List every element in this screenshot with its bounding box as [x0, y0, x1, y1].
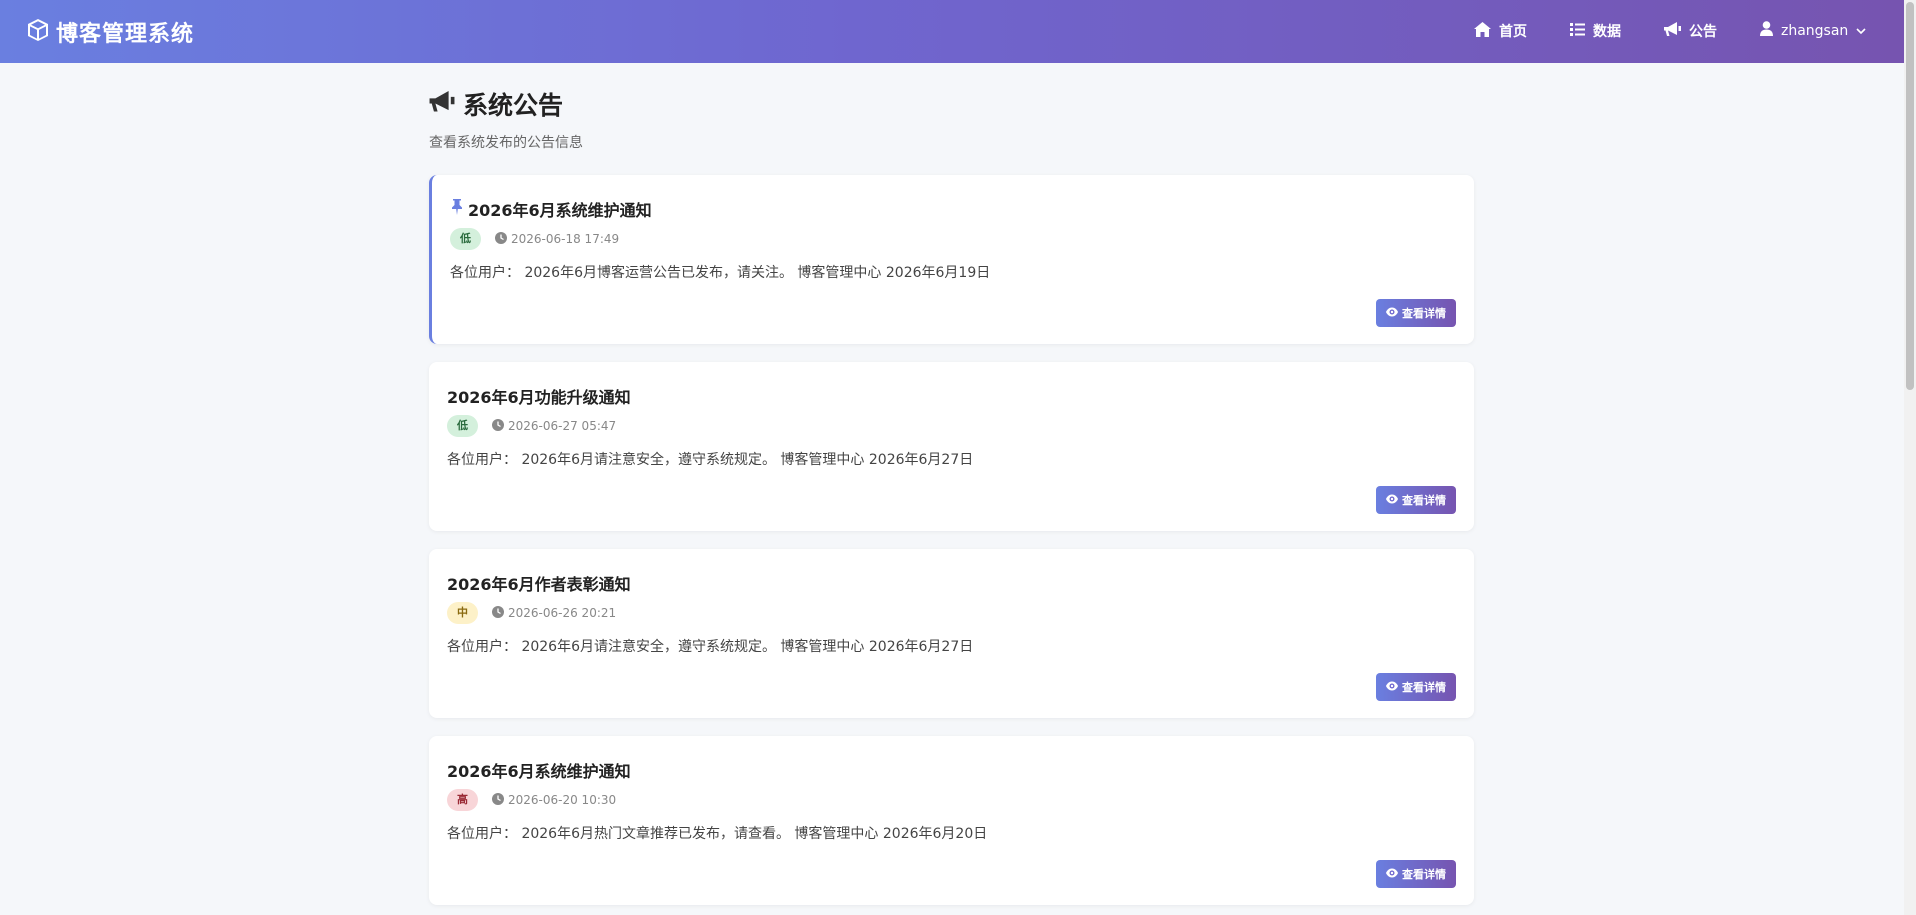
view-detail-label: 查看详情: [1402, 308, 1446, 320]
announcement-card: 2026年6月系统维护通知 低 2026-06-18 17:49 各位用户： 2…: [429, 175, 1474, 344]
username: zhangsan: [1781, 22, 1849, 39]
view-detail-button[interactable]: 查看详情: [1376, 860, 1456, 888]
user-icon: [1760, 21, 1773, 40]
top-navbar: 博客管理系统 首页 数据 公告 zhangsan: [0, 0, 1904, 63]
nav-data-label: 数据: [1593, 24, 1621, 40]
nav-data[interactable]: 数据: [1570, 21, 1621, 41]
announcement-title[interactable]: 2026年6月功能升级通知: [447, 384, 631, 408]
announcement-card: 2026年6月作者表彰通知 中 2026-06-26 20:21 各位用户： 2…: [429, 549, 1474, 718]
announcement-content: 各位用户： 2026年6月热门文章推荐已发布，请查看。 博客管理中心 2026年…: [447, 826, 988, 842]
priority-badge: 中: [447, 602, 478, 624]
brand-logo[interactable]: 博客管理系统: [26, 16, 194, 48]
announcement-time: 2026-06-26 20:21: [492, 605, 617, 621]
announcement-time-text: 2026-06-18 17:49: [511, 232, 620, 246]
megaphone-icon: [1664, 21, 1681, 41]
priority-badge: 高: [447, 789, 478, 811]
announcement-content: 各位用户： 2026年6月博客运营公告已发布，请关注。 博客管理中心 2026年…: [450, 265, 991, 281]
page-title-text: 系统公告: [463, 91, 564, 120]
clock-icon: [495, 231, 507, 247]
nav-announcement-label: 公告: [1689, 24, 1717, 40]
announcement-title-text: 2026年6月系统维护通知: [468, 201, 652, 220]
eye-icon: [1386, 868, 1398, 881]
announcement-time: 2026-06-27 05:47: [492, 418, 617, 434]
chevron-down-icon: [1856, 23, 1866, 39]
announcement-title[interactable]: 2026年6月系统维护通知: [447, 758, 631, 782]
home-icon: [1474, 21, 1491, 41]
pin-icon: [450, 199, 464, 219]
announcement-content: 各位用户： 2026年6月请注意安全，遵守系统规定。 博客管理中心 2026年6…: [447, 639, 974, 655]
announcement-card: 2026年6月功能升级通知 低 2026-06-27 05:47 各位用户： 2…: [429, 362, 1474, 531]
megaphone-icon: [429, 91, 455, 117]
nav-home-label: 首页: [1499, 24, 1527, 40]
view-detail-button[interactable]: 查看详情: [1376, 673, 1456, 701]
announcement-title[interactable]: 2026年6月系统维护通知: [450, 197, 652, 221]
announcement-time-text: 2026-06-20 10:30: [508, 793, 617, 807]
clock-icon: [492, 418, 504, 434]
announcement-time: 2026-06-20 10:30: [492, 792, 617, 808]
cube-icon: [26, 18, 50, 46]
view-detail-label: 查看详情: [1402, 869, 1446, 881]
announcement-title-text: 2026年6月作者表彰通知: [447, 575, 631, 594]
nav-home[interactable]: 首页: [1474, 21, 1527, 41]
announcement-card: 2026年6月系统维护通知 高 2026-06-20 10:30 各位用户： 2…: [429, 736, 1474, 905]
scrollbar-thumb[interactable]: [1906, 2, 1914, 390]
announcement-title-text: 2026年6月功能升级通知: [447, 388, 631, 407]
priority-badge: 低: [447, 415, 478, 437]
announcement-meta: 中 2026-06-26 20:21: [447, 602, 616, 624]
eye-icon: [1386, 494, 1398, 507]
announcement-time-text: 2026-06-27 05:47: [508, 419, 617, 433]
announcement-time-text: 2026-06-26 20:21: [508, 606, 617, 620]
clock-icon: [492, 792, 504, 808]
page-subtitle: 查看系统发布的公告信息: [429, 135, 583, 151]
eye-icon: [1386, 681, 1398, 694]
announcement-title-text: 2026年6月系统维护通知: [447, 762, 631, 781]
announcement-meta: 高 2026-06-20 10:30: [447, 789, 616, 811]
clock-icon: [492, 605, 504, 621]
nav-announcement[interactable]: 公告: [1664, 21, 1717, 41]
announcement-title[interactable]: 2026年6月作者表彰通知: [447, 571, 631, 595]
priority-badge: 低: [450, 228, 481, 250]
brand-title: 博客管理系统: [56, 22, 195, 47]
eye-icon: [1386, 307, 1398, 320]
announcement-meta: 低 2026-06-18 17:49: [450, 228, 619, 250]
page-scrollbar[interactable]: [1904, 0, 1916, 915]
view-detail-button[interactable]: 查看详情: [1376, 299, 1456, 327]
page-title: 系统公告: [429, 86, 563, 122]
view-detail-label: 查看详情: [1402, 682, 1446, 694]
announcement-content: 各位用户： 2026年6月请注意安全，遵守系统规定。 博客管理中心 2026年6…: [447, 452, 974, 468]
list-icon: [1570, 22, 1585, 40]
announcement-time: 2026-06-18 17:49: [495, 231, 620, 247]
user-menu[interactable]: zhangsan: [1760, 21, 1866, 40]
announcement-meta: 低 2026-06-27 05:47: [447, 415, 616, 437]
view-detail-label: 查看详情: [1402, 495, 1446, 507]
view-detail-button[interactable]: 查看详情: [1376, 486, 1456, 514]
